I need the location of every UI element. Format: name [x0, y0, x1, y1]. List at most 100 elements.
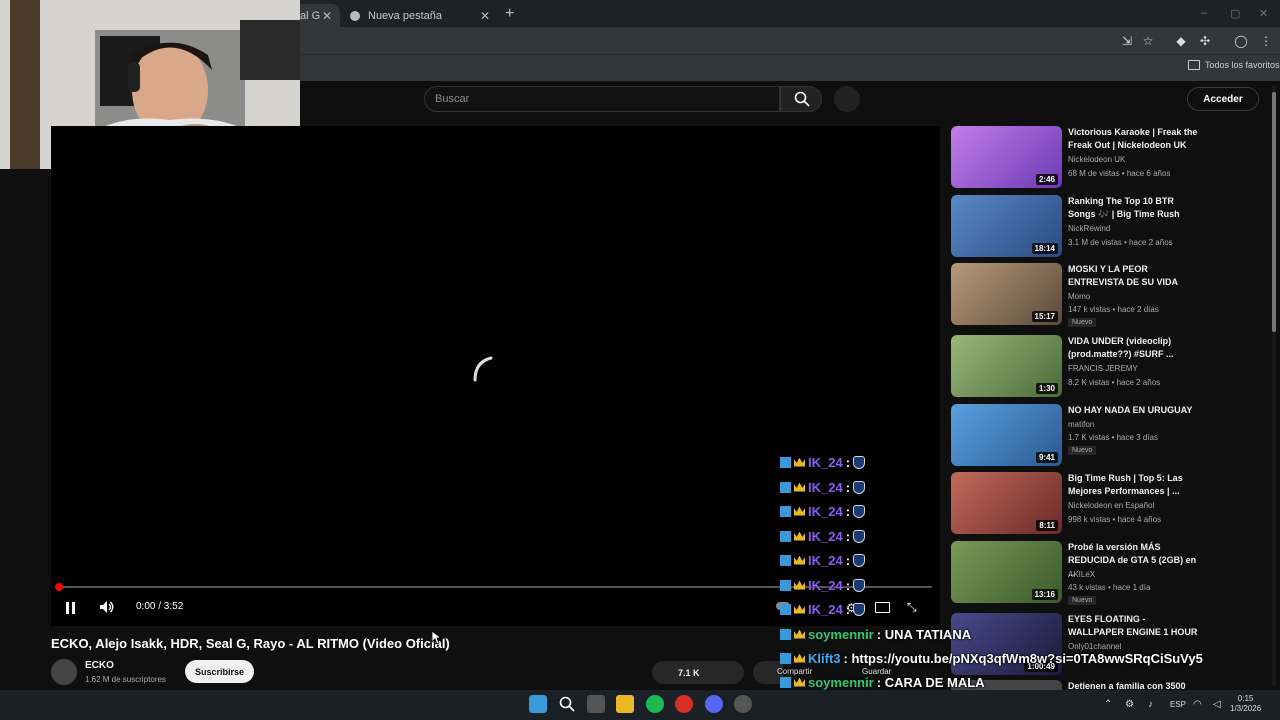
spotify-icon[interactable] — [646, 695, 664, 713]
puzzle-icon[interactable]: ✣ — [1198, 34, 1212, 48]
badge-icon — [780, 652, 791, 664]
video-title: ECKO, Alejo Isakk, HDR, Seal G, Rayo - A… — [51, 636, 450, 651]
chat-username: Klift3 — [808, 650, 841, 666]
recommendation-item[interactable]: 8:11 Big Time Rush | Top 5: Las Mejores … — [951, 472, 1261, 536]
recommendation-title: NO HAY NADA EN URUGUAY — [1068, 405, 1193, 415]
recommendation-channel: matifon — [1068, 420, 1095, 429]
start-icon[interactable] — [529, 695, 547, 713]
recommendation-item[interactable]: 1:30 VIDA UNDER (videoclip) (prod.matte?… — [951, 335, 1261, 399]
recommendation-title: Ranking The Top 10 BTR Songs 🎶 | Big Tim… — [1068, 196, 1180, 219]
search-icon — [794, 91, 810, 107]
star-icon[interactable]: ☆ — [1141, 34, 1155, 48]
file-explorer-icon[interactable] — [616, 695, 634, 713]
channel-avatar[interactable] — [51, 659, 77, 685]
all-bookmarks[interactable]: Todos los favoritos — [1188, 60, 1280, 70]
chat-message: Klift3: https://youtu.be/pNXq3qfWm8w?si=… — [780, 647, 1203, 669]
voice-search-button[interactable] — [834, 86, 860, 112]
volume-icon[interactable] — [99, 600, 115, 619]
chat-username: IK_24 — [808, 577, 843, 593]
login-button[interactable]: Acceder — [1187, 87, 1259, 111]
badge-icon — [780, 481, 791, 493]
new-badge: Nuevo — [1068, 318, 1097, 327]
close-window-button[interactable]: ✕ — [1259, 7, 1268, 20]
chat-username: IK_24 — [808, 601, 843, 617]
emote-icon — [853, 602, 866, 616]
search-input[interactable]: Buscar — [424, 86, 780, 112]
recommendation-item[interactable]: 13:16 Probé la versión MÁS REDUCIDA de G… — [951, 541, 1261, 605]
scrollbar-thumb[interactable] — [1272, 92, 1276, 332]
minimize-button[interactable]: – — [1201, 7, 1207, 19]
language-indicator[interactable]: ESP — [1170, 700, 1186, 709]
chat-username: IK_24 — [808, 479, 843, 495]
fullscreen-icon[interactable]: ⤡ — [907, 600, 917, 615]
discord-icon[interactable] — [705, 695, 723, 713]
chat-message: IK_24 : — [780, 549, 866, 571]
chat-message: IK_24 : — [780, 500, 866, 522]
recommendation-item[interactable]: 18:14 Ranking The Top 10 BTR Songs 🎶 | B… — [951, 195, 1261, 259]
profile-icon[interactable]: ◯ — [1234, 34, 1248, 48]
new-tab-button[interactable]: + — [505, 5, 514, 23]
task-view-icon[interactable] — [587, 695, 605, 713]
progress-scrubber[interactable] — [55, 583, 63, 591]
chat-message: IK_24 : — [780, 476, 866, 498]
subscribe-button[interactable]: Suscribirse — [185, 660, 254, 683]
recommendation-item[interactable]: 9:41 NO HAY NADA EN URUGUAY matifon 1.7 … — [951, 404, 1261, 468]
badge-icon — [780, 554, 791, 566]
taskbar — [0, 690, 1280, 720]
emote-icon — [853, 529, 866, 543]
subscriber-count: 1.62 M de suscriptores — [85, 675, 166, 684]
recommendation-meta: 43 k vistas • hace 1 día — [1068, 583, 1151, 592]
wifi-icon[interactable]: ◠ — [1193, 699, 1202, 710]
chat-separator: : — [845, 528, 851, 544]
search-button[interactable] — [780, 86, 822, 112]
chat-separator: : — [845, 454, 851, 470]
badge-icon — [780, 456, 791, 468]
close-icon[interactable]: ✕ — [322, 9, 332, 23]
emote-icon — [853, 578, 866, 592]
crown-icon — [794, 653, 805, 663]
recommendation-item[interactable]: Detienen a familia con 3500 — [951, 680, 1261, 690]
recommendation-item[interactable]: 2:46 Victorious Karaoke | Freak the Frea… — [951, 126, 1261, 190]
chat-message: soymennir: UNA TATIANA — [780, 623, 971, 645]
settings-icon[interactable]: ⚙ — [1125, 699, 1134, 710]
new-badge: Nuevo — [1068, 596, 1097, 605]
close-icon[interactable]: ✕ — [480, 9, 490, 23]
recommendation-title: VIDA UNDER (videoclip) (prod.matte??) #S… — [1068, 336, 1174, 359]
install-icon[interactable]: ⇲ — [1120, 34, 1134, 48]
pause-icon[interactable] — [66, 601, 76, 614]
chat-username: soymennir — [808, 674, 874, 690]
chat-text: : CARA DE MALA — [876, 674, 985, 690]
extension-icon[interactable]: ◆ — [1174, 34, 1188, 48]
menu-icon[interactable]: ⋮ — [1259, 34, 1273, 48]
duration-badge: 15:17 — [1031, 311, 1058, 322]
duration-badge: 9:41 — [1035, 452, 1058, 463]
search-icon[interactable] — [558, 695, 576, 713]
volume-icon[interactable]: ◁ — [1213, 699, 1221, 710]
chat-username: IK_24 — [808, 528, 843, 544]
maximize-button[interactable]: ▢ — [1230, 7, 1240, 20]
tab-new[interactable]: Nueva pestaña ✕ — [344, 4, 498, 27]
thumbnail: 15:17 — [951, 263, 1062, 325]
chat-separator: : — [845, 552, 851, 568]
bookmarks-label: Todos los favoritos — [1205, 60, 1280, 70]
recommendation-meta: 8.2 K vistas • hace 2 años — [1068, 378, 1161, 387]
clock[interactable]: 0:15 1/3/2026 — [1230, 694, 1261, 714]
channel-name[interactable]: ECKO — [85, 660, 114, 671]
like-button[interactable]: 7.1 K — [652, 661, 744, 684]
recommendation-title: Victorious Karaoke | Freak the Freak Out… — [1068, 127, 1198, 150]
chrome-icon[interactable] — [675, 695, 693, 713]
mic-icon[interactable]: ♪ — [1148, 699, 1153, 710]
recommendation-meta: 1.7 K vistas • hace 3 días — [1068, 433, 1158, 442]
recommendation-channel: Nickelodeon UK — [1068, 155, 1126, 164]
obs-icon[interactable] — [734, 695, 752, 713]
emote-icon — [853, 480, 866, 494]
time-display: 0:00 / 3:52 — [136, 601, 184, 612]
theater-icon[interactable] — [875, 602, 890, 613]
mouse-cursor-icon — [432, 631, 442, 645]
chat-username: IK_24 — [808, 454, 843, 470]
chevron-up-icon[interactable]: ⌃ — [1104, 699, 1112, 710]
chat-text: : https://youtu.be/pNXq3qfWm8w?si=0TA8ww… — [843, 650, 1203, 666]
recommendation-channel: Momo — [1068, 292, 1091, 301]
chat-message: IK_24 : — [780, 451, 866, 473]
recommendation-item[interactable]: 15:17 MOSKI Y LA PEOR ENTREVISTA DE SU V… — [951, 263, 1261, 327]
